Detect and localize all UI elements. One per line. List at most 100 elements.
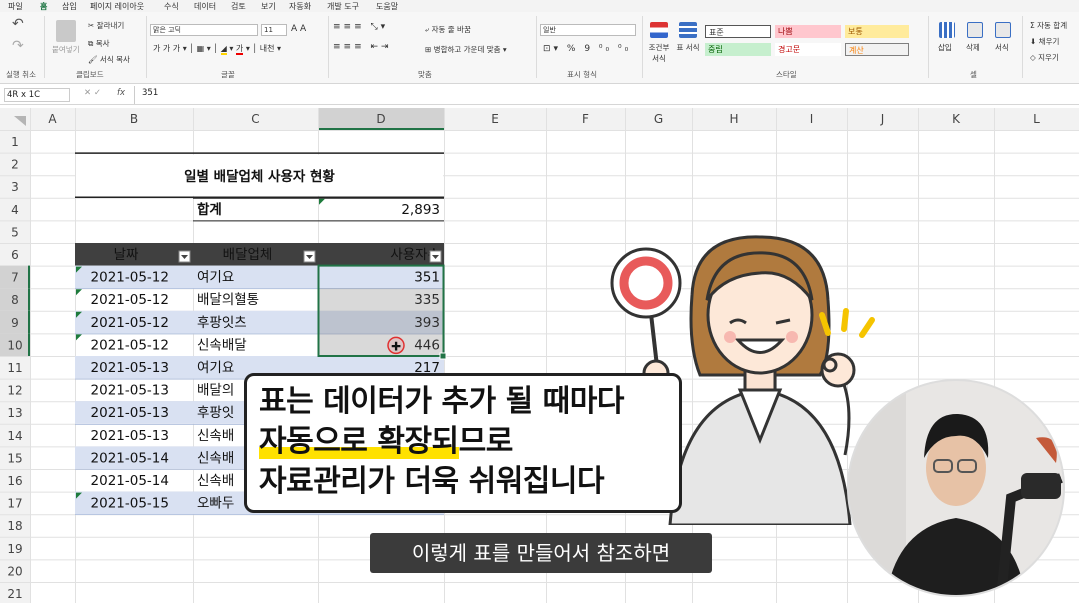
- tab-formulas[interactable]: 수식: [164, 1, 179, 12]
- tab-file[interactable]: 파일: [8, 1, 23, 12]
- tab-review[interactable]: 검토: [231, 1, 246, 12]
- name-box[interactable]: 4R x 1C: [4, 88, 70, 102]
- column-header-g[interactable]: G: [654, 112, 663, 126]
- tab-data[interactable]: 데이터: [194, 1, 216, 12]
- row-header-13[interactable]: 13: [7, 406, 22, 420]
- row-header-8[interactable]: 8: [11, 293, 19, 307]
- undo-icon[interactable]: ↶: [12, 16, 24, 32]
- tab-developer[interactable]: 개발 도구: [327, 1, 359, 12]
- conditional-format-button[interactable]: 조건부 서식: [646, 42, 672, 64]
- font-name-select[interactable]: 맑은 고딕: [150, 24, 258, 36]
- autosum-button[interactable]: Σ 자동 합계: [1030, 20, 1067, 31]
- delete-cells-icon[interactable]: [967, 22, 983, 38]
- column-header-d[interactable]: D: [376, 112, 385, 126]
- column-header-e[interactable]: E: [491, 112, 499, 126]
- fill-button[interactable]: ⬇ 채우기: [1030, 36, 1059, 47]
- row-header-2[interactable]: 2: [11, 158, 19, 172]
- conditional-format-icon[interactable]: [650, 22, 668, 38]
- table-cell-vendor[interactable]: 신속배: [197, 450, 234, 466]
- table-cell-vendor[interactable]: 후팡잇츠: [197, 315, 247, 331]
- row-header-16[interactable]: 16: [7, 474, 22, 488]
- table-cell-vendor[interactable]: 신속배: [197, 473, 234, 489]
- column-header-i[interactable]: I: [810, 112, 814, 126]
- table-cell-vendor[interactable]: 여기요: [197, 270, 234, 286]
- wrap-text-button[interactable]: ⤶ 자동 줄 바꿈: [425, 24, 471, 35]
- row-header-5[interactable]: 5: [11, 225, 19, 239]
- row-header-20[interactable]: 20: [7, 564, 22, 578]
- table-cell-date[interactable]: 2021-05-12: [91, 337, 169, 353]
- merge-center-button[interactable]: ⊞ 병합하고 가운데 맞춤 ▾: [425, 44, 507, 55]
- table-cell-vendor[interactable]: 신속배: [197, 428, 234, 444]
- align-left-icons[interactable]: ≡≡≡ ⇤⇥: [333, 42, 392, 52]
- table-cell-vendor[interactable]: 신속배달: [197, 337, 247, 353]
- table-cell-vendor[interactable]: 후팡잇: [197, 405, 234, 421]
- table-cell-date[interactable]: 2021-05-12: [91, 292, 169, 308]
- row-header-10[interactable]: 10: [7, 338, 22, 352]
- column-header-h[interactable]: H: [729, 112, 738, 126]
- column-header-f[interactable]: F: [582, 112, 589, 126]
- row-header-7[interactable]: 7: [11, 271, 19, 285]
- table-cell-date[interactable]: 2021-05-13: [91, 428, 169, 444]
- row-header-14[interactable]: 14: [7, 429, 22, 443]
- table-cell-date[interactable]: 2021-05-12: [91, 315, 169, 331]
- column-header-c[interactable]: C: [251, 112, 259, 126]
- style-good[interactable]: 중립: [705, 43, 771, 56]
- row-header-3[interactable]: 3: [11, 180, 19, 194]
- insert-cells-icon[interactable]: [939, 22, 955, 38]
- number-format-icons[interactable]: ⊡▾ % 9 ⁰₀ ⁰₀: [543, 44, 631, 54]
- table-cell-date[interactable]: 2021-05-13: [91, 383, 169, 399]
- table-cell-vendor[interactable]: 배달의: [197, 383, 234, 399]
- font-style-icons[interactable]: 가 가 가 ▾ │ ▦ ▾ │ ◢ ▾ 가 ▾ │ 내천 ▾: [153, 43, 281, 55]
- style-neutral[interactable]: 보통: [845, 25, 909, 38]
- fill-handle[interactable]: [439, 352, 447, 360]
- align-top-icons[interactable]: ≡≡≡ ⤡▾: [333, 22, 388, 32]
- style-calc[interactable]: 계산: [845, 43, 909, 56]
- redo-icon[interactable]: ↷: [12, 38, 24, 54]
- column-header-k[interactable]: K: [952, 112, 961, 126]
- formula-input[interactable]: 351: [142, 88, 158, 98]
- column-header-b[interactable]: B: [130, 112, 138, 126]
- row-header-6[interactable]: 6: [11, 248, 19, 262]
- tab-insert[interactable]: 삽입: [62, 1, 77, 12]
- tab-home[interactable]: 홈: [40, 1, 47, 12]
- tab-page-layout[interactable]: 페이지 레이아웃: [90, 1, 144, 12]
- copy-button[interactable]: ⧉ 복사: [88, 38, 110, 49]
- fx-icon[interactable]: fx: [117, 88, 125, 98]
- column-header-l[interactable]: L: [1033, 112, 1040, 126]
- style-bad[interactable]: 나쁨: [775, 25, 841, 38]
- column-header-j[interactable]: J: [880, 112, 885, 126]
- row-header-4[interactable]: 4: [11, 203, 19, 217]
- style-normal[interactable]: 표준: [705, 25, 771, 38]
- style-warning[interactable]: 경고문: [775, 43, 841, 56]
- format-as-table-icon[interactable]: [679, 22, 697, 38]
- cancel-confirm-icons[interactable]: ✕ ✓: [84, 88, 101, 98]
- row-header-15[interactable]: 15: [7, 451, 22, 465]
- row-header-17[interactable]: 17: [7, 497, 22, 511]
- format-cells-icon[interactable]: [995, 22, 1011, 38]
- tab-help[interactable]: 도움말: [376, 1, 398, 12]
- format-cells-button[interactable]: 서식: [995, 42, 1009, 53]
- font-grow-icon[interactable]: A A: [291, 24, 306, 34]
- cut-button[interactable]: ✂ 잘라내기: [88, 20, 124, 31]
- table-cell-date[interactable]: 2021-05-13: [91, 405, 169, 421]
- table-cell-date[interactable]: 2021-05-15: [91, 496, 169, 512]
- format-as-table-button[interactable]: 표 서식: [676, 42, 700, 53]
- table-cell-date[interactable]: 2021-05-12: [91, 270, 169, 286]
- table-cell-date[interactable]: 2021-05-14: [91, 450, 169, 466]
- row-header-18[interactable]: 18: [7, 519, 22, 533]
- row-header-11[interactable]: 11: [7, 361, 22, 375]
- font-size-select[interactable]: 11: [261, 24, 287, 36]
- table-cell-vendor[interactable]: 오빠두: [197, 496, 234, 512]
- table-cell-date[interactable]: 2021-05-14: [91, 473, 169, 489]
- table-cell-users[interactable]: 351: [414, 270, 440, 286]
- row-header-21[interactable]: 21: [7, 587, 22, 601]
- row-header-9[interactable]: 9: [11, 316, 19, 330]
- row-header-1[interactable]: 1: [11, 135, 19, 149]
- format-painter-button[interactable]: 🖌 서식 복사: [88, 54, 130, 65]
- clear-button[interactable]: ◇ 지우기: [1030, 52, 1059, 63]
- row-header-12[interactable]: 12: [7, 384, 22, 398]
- tab-automate[interactable]: 자동화: [289, 1, 311, 12]
- paste-icon[interactable]: [56, 20, 76, 42]
- delete-cells-button[interactable]: 삭제: [966, 42, 980, 53]
- row-header-19[interactable]: 19: [7, 542, 22, 556]
